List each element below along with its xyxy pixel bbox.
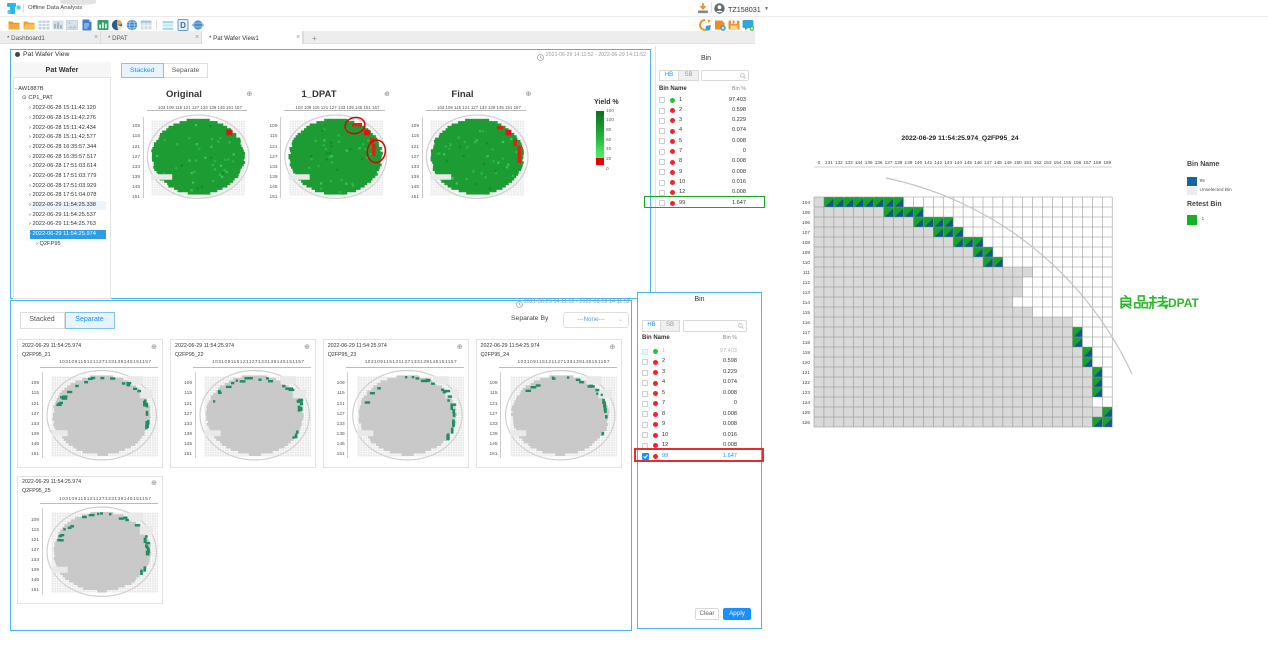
svg-text:107: 107 bbox=[802, 230, 810, 235]
svg-text:135: 135 bbox=[865, 160, 873, 165]
svg-text:147: 147 bbox=[984, 160, 992, 165]
svg-text:158: 158 bbox=[1093, 160, 1101, 165]
svg-text:144: 144 bbox=[954, 160, 962, 165]
svg-text:156: 156 bbox=[1073, 160, 1081, 165]
svg-text:155: 155 bbox=[1064, 160, 1072, 165]
svg-text:120: 120 bbox=[802, 360, 810, 365]
svg-text:152: 152 bbox=[1034, 160, 1042, 165]
svg-text:148: 148 bbox=[994, 160, 1002, 165]
svg-text:116: 116 bbox=[803, 320, 811, 325]
svg-text:154: 154 bbox=[1054, 160, 1062, 165]
svg-text:122: 122 bbox=[802, 380, 810, 385]
svg-text:132: 132 bbox=[835, 160, 843, 165]
svg-text:115: 115 bbox=[803, 310, 811, 315]
svg-text:112: 112 bbox=[803, 280, 811, 285]
svg-text:151: 151 bbox=[1024, 160, 1032, 165]
svg-text:0: 0 bbox=[818, 160, 821, 165]
svg-text:143: 143 bbox=[944, 160, 952, 165]
svg-text:138: 138 bbox=[895, 160, 903, 165]
svg-text:136: 136 bbox=[875, 160, 883, 165]
svg-text:124: 124 bbox=[802, 400, 810, 405]
svg-text:125: 125 bbox=[802, 410, 810, 415]
svg-text:159: 159 bbox=[1103, 160, 1111, 165]
svg-text:118: 118 bbox=[803, 340, 811, 345]
svg-text:104: 104 bbox=[802, 200, 810, 205]
svg-text:113: 113 bbox=[803, 290, 811, 295]
svg-text:126: 126 bbox=[802, 420, 810, 425]
svg-text:123: 123 bbox=[802, 390, 810, 395]
svg-text:109: 109 bbox=[802, 250, 810, 255]
svg-text:139: 139 bbox=[905, 160, 913, 165]
svg-text:146: 146 bbox=[974, 160, 982, 165]
svg-text:137: 137 bbox=[885, 160, 893, 165]
svg-text:111: 111 bbox=[803, 270, 811, 275]
svg-text:110: 110 bbox=[803, 260, 811, 265]
svg-text:134: 134 bbox=[855, 160, 863, 165]
svg-text:121: 121 bbox=[802, 370, 810, 375]
svg-text:105: 105 bbox=[802, 210, 810, 215]
svg-text:149: 149 bbox=[1004, 160, 1012, 165]
svg-text:D: D bbox=[180, 21, 186, 30]
svg-text:142: 142 bbox=[934, 160, 942, 165]
svg-text:157: 157 bbox=[1083, 160, 1091, 165]
svg-text:131: 131 bbox=[825, 160, 833, 165]
svg-text:140: 140 bbox=[914, 160, 922, 165]
svg-text:133: 133 bbox=[845, 160, 853, 165]
svg-text:119: 119 bbox=[803, 350, 811, 355]
svg-text:117: 117 bbox=[803, 330, 811, 335]
svg-text:145: 145 bbox=[964, 160, 972, 165]
svg-text:106: 106 bbox=[802, 220, 810, 225]
svg-text:150: 150 bbox=[1014, 160, 1022, 165]
svg-text:108: 108 bbox=[802, 240, 810, 245]
svg-text:114: 114 bbox=[803, 300, 811, 305]
svg-text:153: 153 bbox=[1044, 160, 1052, 165]
svg-text:141: 141 bbox=[924, 160, 932, 165]
